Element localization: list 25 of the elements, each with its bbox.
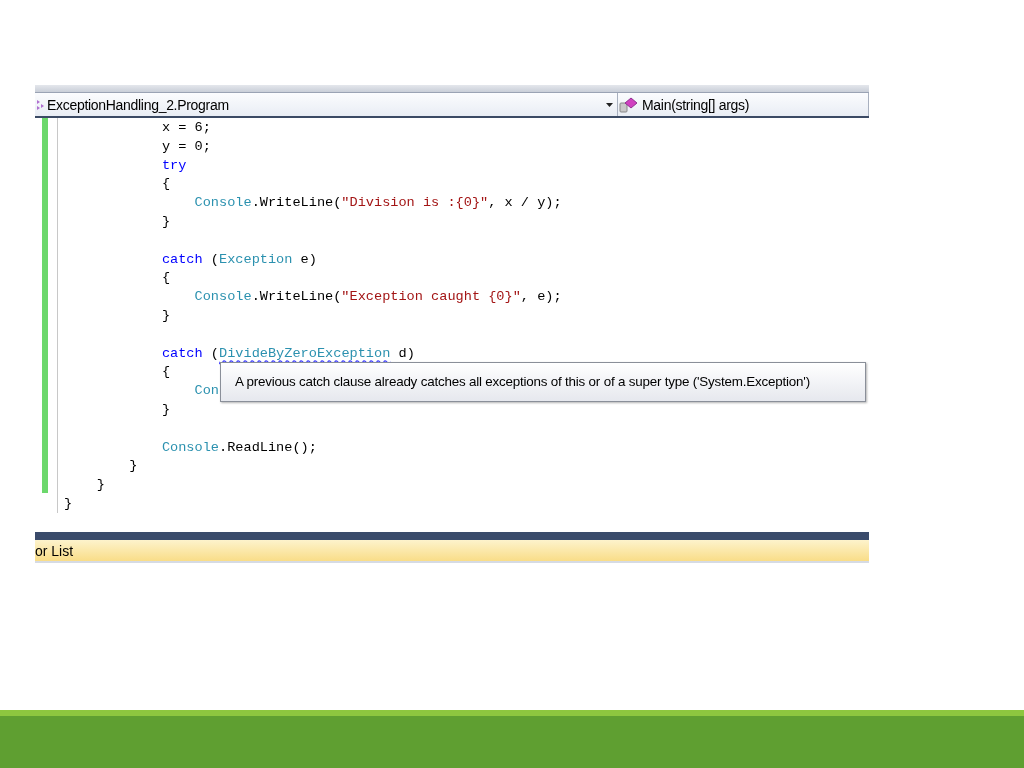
code-line: catch (DivideByZeroException d) [160, 344, 415, 363]
type-selector[interactable]: ExceptionHandling_2.Program [35, 93, 618, 116]
code-line: Console.WriteLine("Division is :{0}", x / y); [193, 194, 562, 213]
code-line: catch (Exception e) [160, 250, 317, 269]
code-line: Console.WriteLine("Exception caught {0}", e); [193, 288, 562, 307]
method-icon [618, 95, 640, 114]
error-tooltip: A previous catch clause already catches all exceptions of this or of a super type ('System.Exception') [220, 362, 866, 402]
code-line: x = 6; [160, 119, 211, 137]
code-line: } [160, 400, 171, 419]
code-line: } [160, 306, 171, 325]
code-line: Con [193, 382, 219, 401]
member-selector[interactable]: Main(string[] args) [618, 93, 869, 116]
class-icon [35, 97, 45, 112]
code-line: { [160, 269, 171, 288]
code-line: try [160, 156, 187, 175]
code-line: } [64, 494, 73, 513]
code-line: } [95, 476, 105, 495]
code-line: y = 0; [160, 137, 211, 156]
code-line: } [128, 457, 138, 476]
code-line: { [160, 175, 171, 194]
dropdown-caret-icon [606, 102, 613, 107]
code-line: } [160, 213, 171, 231]
code-line: Console.ReadLine(); [160, 438, 317, 457]
error-list-tab[interactable]: or List [35, 540, 869, 563]
code-line: { [160, 363, 171, 382]
